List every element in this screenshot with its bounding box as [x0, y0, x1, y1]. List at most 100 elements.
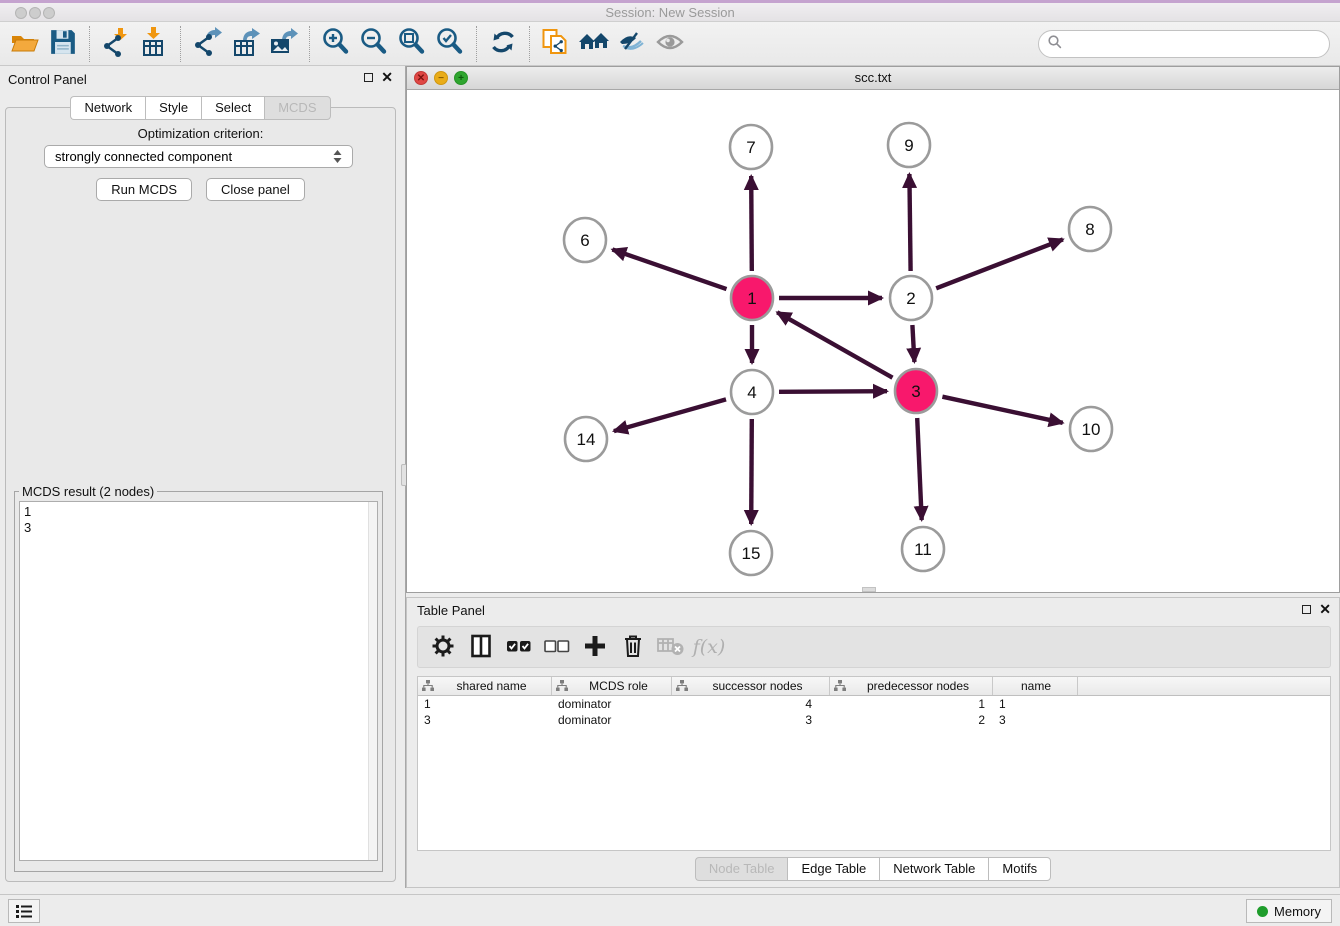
- export-network-button[interactable]: [188, 26, 226, 62]
- tab-style[interactable]: Style: [145, 96, 201, 120]
- graph-node-4[interactable]: 4: [731, 370, 773, 414]
- zoom-out-button[interactable]: [355, 26, 393, 62]
- show-panels-button[interactable]: [651, 26, 689, 62]
- toolbar-separator: [529, 26, 530, 62]
- gear-icon: [431, 634, 455, 661]
- cell-successor-nodes[interactable]: 3: [672, 712, 830, 728]
- task-list-button[interactable]: [8, 899, 40, 923]
- graph-edge-3-1[interactable]: [777, 312, 892, 377]
- float-panel-icon[interactable]: [364, 73, 373, 82]
- canvas-resize-grip[interactable]: [862, 587, 876, 592]
- network-file-icon: [541, 27, 571, 60]
- import-network-button[interactable]: [97, 26, 135, 62]
- add-row-icon: [583, 634, 607, 661]
- result-scrollbar[interactable]: [368, 502, 377, 860]
- zoom-in-button[interactable]: [317, 26, 355, 62]
- table-tab-motifs[interactable]: Motifs: [988, 857, 1051, 881]
- graph-edge-2-3[interactable]: [912, 325, 914, 362]
- zoom-fit-button[interactable]: [393, 26, 431, 62]
- run-mcds-button[interactable]: Run MCDS: [96, 178, 192, 201]
- cell-MCDS-role[interactable]: dominator: [552, 696, 672, 712]
- hide-panels-button[interactable]: [613, 26, 651, 62]
- network-canvas[interactable]: 7 9 6 8 1 2 4 3 14 10 15 11: [407, 90, 1339, 592]
- toolbar-separator: [89, 26, 90, 62]
- cell-shared-name[interactable]: 3: [418, 712, 552, 728]
- mcds-result-list[interactable]: 13: [19, 501, 378, 861]
- search-input[interactable]: [1063, 33, 1329, 55]
- criterion-select[interactable]: strongly connected component: [44, 145, 353, 168]
- table-row[interactable]: 3dominator323: [418, 712, 1330, 728]
- graph-edge-1-6[interactable]: [612, 250, 726, 290]
- graph-edge-1-7[interactable]: [751, 176, 752, 271]
- graph-node-9[interactable]: 9: [888, 123, 930, 167]
- main-toolbar: [0, 22, 1340, 66]
- cell-successor-nodes[interactable]: 4: [672, 696, 830, 712]
- close-table-panel-icon[interactable]: ✕: [1319, 605, 1331, 614]
- add-row-button[interactable]: [578, 630, 612, 664]
- gear-button[interactable]: [426, 630, 460, 664]
- import-table-button[interactable]: [135, 26, 173, 62]
- export-table-button[interactable]: [226, 26, 264, 62]
- table-panel: Table Panel ✕ f(x) shared nameMCDS roles…: [406, 597, 1340, 888]
- graph-edge-3-10[interactable]: [942, 397, 1062, 423]
- table-row[interactable]: 1dominator411: [418, 696, 1330, 712]
- memory-button[interactable]: Memory: [1246, 899, 1332, 923]
- close-panel-icon[interactable]: ✕: [381, 73, 393, 82]
- graph-node-6[interactable]: 6: [564, 218, 606, 262]
- main-area: Control Panel ✕ NetworkStyleSelectMCDS O…: [0, 66, 1340, 888]
- graph-node-8[interactable]: 8: [1069, 207, 1111, 251]
- cell-MCDS-role[interactable]: dominator: [552, 712, 672, 728]
- graph-node-10[interactable]: 10: [1070, 407, 1112, 451]
- zoom-selected-button[interactable]: [431, 26, 469, 62]
- graph-node-15[interactable]: 15: [730, 531, 772, 575]
- graph-edge-4-14[interactable]: [614, 399, 726, 431]
- column-header-name[interactable]: name: [993, 677, 1078, 695]
- home-layout-button[interactable]: [575, 26, 613, 62]
- graph-node-3[interactable]: 3: [895, 369, 937, 413]
- table-tab-network-table[interactable]: Network Table: [879, 857, 988, 881]
- cell-name[interactable]: 3: [993, 712, 1078, 728]
- column-header-predecessor-nodes[interactable]: predecessor nodes: [830, 677, 993, 695]
- graph-node-14[interactable]: 14: [565, 417, 607, 461]
- criterion-value: strongly connected component: [55, 149, 232, 164]
- graph-node-1[interactable]: 1: [731, 276, 773, 320]
- cell-name[interactable]: 1: [993, 696, 1078, 712]
- graph-node-7[interactable]: 7: [730, 125, 772, 169]
- select-all-checkbox-button[interactable]: [502, 630, 536, 664]
- table-tab-edge-table[interactable]: Edge Table: [787, 857, 879, 881]
- tab-select[interactable]: Select: [201, 96, 264, 120]
- column-header-shared-name[interactable]: shared name: [418, 677, 552, 695]
- unselect-all-checkbox-icon: [544, 638, 570, 657]
- graph-edge-4-3[interactable]: [779, 391, 887, 392]
- graph-edge-2-8[interactable]: [936, 239, 1063, 288]
- cell-predecessor-nodes[interactable]: 1: [830, 696, 993, 712]
- column-header-successor-nodes[interactable]: successor nodes: [672, 677, 830, 695]
- table-tab-node-table[interactable]: Node Table: [695, 857, 788, 881]
- network-file-button[interactable]: [537, 26, 575, 62]
- graph-node-11[interactable]: 11: [902, 527, 944, 571]
- save-session-button[interactable]: [44, 26, 82, 62]
- float-table-panel-icon[interactable]: [1302, 605, 1311, 614]
- export-image-button[interactable]: [264, 26, 302, 62]
- svg-text:2: 2: [906, 289, 915, 308]
- refresh-network-button[interactable]: [484, 26, 522, 62]
- search-field[interactable]: [1038, 30, 1330, 58]
- graph-edge-2-9[interactable]: [909, 174, 910, 271]
- open-session-button[interactable]: [6, 26, 44, 62]
- close-panel-button[interactable]: Close panel: [206, 178, 305, 201]
- columns-button[interactable]: [464, 630, 498, 664]
- cell-shared-name[interactable]: 1: [418, 696, 552, 712]
- column-header-MCDS-role[interactable]: MCDS role: [552, 677, 672, 695]
- graph-edge-4-15[interactable]: [751, 419, 752, 524]
- memory-label: Memory: [1274, 904, 1321, 919]
- graph-node-2[interactable]: 2: [890, 276, 932, 320]
- cell-predecessor-nodes[interactable]: 2: [830, 712, 993, 728]
- refresh-network-icon: [489, 28, 517, 59]
- network-title: scc.txt: [407, 70, 1339, 85]
- delete-row-button[interactable]: [616, 630, 650, 664]
- tab-mcds[interactable]: MCDS: [264, 96, 330, 120]
- unselect-all-checkbox-button[interactable]: [540, 630, 574, 664]
- graph-edge-3-11[interactable]: [917, 418, 922, 520]
- table-header-row: shared nameMCDS rolesuccessor nodesprede…: [418, 677, 1330, 696]
- tab-network[interactable]: Network: [70, 96, 145, 120]
